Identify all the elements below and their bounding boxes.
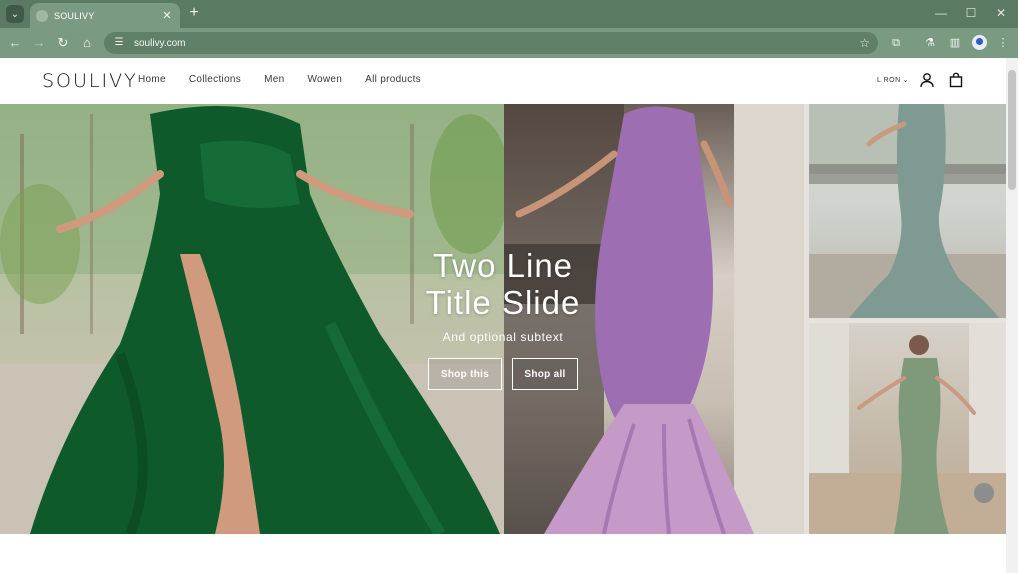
tab-strip: ⌄ SOULIVY ✕ + — ☐ ✕ bbox=[0, 0, 1018, 28]
shop-all-button[interactable]: Shop all bbox=[512, 358, 578, 390]
home-icon[interactable]: ⌂ bbox=[78, 34, 96, 52]
chevron-down-icon: ⌄ bbox=[902, 77, 910, 84]
back-arrow-icon[interactable]: ← bbox=[6, 34, 24, 52]
new-tab-button[interactable]: + bbox=[186, 5, 202, 21]
nav-collections[interactable]: Collections bbox=[189, 74, 241, 85]
favicon-icon bbox=[36, 9, 48, 22]
currency-selector[interactable]: L RON ⌄ bbox=[877, 76, 909, 84]
minimize-icon[interactable]: — bbox=[933, 6, 949, 20]
hero-image-sage-gown bbox=[809, 104, 1006, 318]
hero-image-sequin-gown bbox=[809, 323, 1006, 534]
nav-women[interactable]: Wowen bbox=[307, 74, 342, 85]
hero-title-line-2: Title Slide bbox=[425, 284, 581, 321]
nav-all-products[interactable]: All products bbox=[365, 74, 421, 85]
lab-flask-icon[interactable]: ⚗ bbox=[922, 35, 938, 51]
account-icon[interactable] bbox=[919, 72, 935, 88]
nav-men[interactable]: Men bbox=[264, 74, 284, 85]
hero-title: Two Line Title Slide bbox=[403, 247, 603, 321]
tab-title: SOULIVY bbox=[54, 10, 95, 21]
site-logo[interactable]: SOULIVY bbox=[42, 70, 138, 92]
url-text[interactable]: soulivy.com bbox=[134, 38, 859, 49]
chevron-down-icon: ⌄ bbox=[10, 8, 20, 20]
shop-this-button[interactable]: Shop this bbox=[428, 358, 502, 390]
site-info-icon[interactable]: ☰ bbox=[112, 36, 126, 50]
currency-label: L RON bbox=[877, 77, 901, 84]
puzzle-icon[interactable]: ⧉ bbox=[888, 35, 904, 51]
maximize-icon[interactable]: ☐ bbox=[963, 6, 979, 20]
shopping-bag-icon[interactable] bbox=[948, 72, 964, 88]
nav-home[interactable]: Home bbox=[138, 74, 166, 85]
site-header: SOULIVY Home Collections Men Wowen All p… bbox=[0, 58, 1006, 104]
profile-avatar-icon[interactable] bbox=[972, 35, 987, 50]
hero-title-line-1: Two Line bbox=[432, 247, 574, 284]
side-panel-icon[interactable]: ▥ bbox=[947, 35, 963, 51]
kebab-menu-icon[interactable]: ⋮ bbox=[995, 35, 1011, 51]
hero-slideshow[interactable]: Two Line Title Slide And optional subtex… bbox=[0, 104, 1006, 534]
page-scrollbar[interactable] bbox=[1006, 58, 1018, 573]
browser-toolbar: ← → ↻ ⌂ ☰ soulivy.com ☆ ⧉ ⚗ ▥ ⋮ bbox=[0, 28, 1018, 58]
window-close-icon[interactable]: ✕ bbox=[993, 6, 1009, 20]
address-bar[interactable]: ☰ soulivy.com ☆ bbox=[104, 32, 878, 54]
page-content-below-hero bbox=[0, 534, 1006, 573]
browser-tab[interactable]: SOULIVY ✕ bbox=[30, 3, 180, 28]
scrollbar-thumb[interactable] bbox=[1008, 70, 1016, 190]
main-nav: Home Collections Men Wowen All products bbox=[138, 74, 444, 85]
close-tab-icon[interactable]: ✕ bbox=[160, 9, 174, 22]
hero-subtitle: And optional subtext bbox=[442, 330, 564, 344]
star-icon[interactable]: ☆ bbox=[859, 36, 870, 50]
web-page: SOULIVY Home Collections Men Wowen All p… bbox=[0, 58, 1006, 573]
chat-widget-icon[interactable] bbox=[974, 483, 994, 503]
reload-icon[interactable]: ↻ bbox=[54, 34, 72, 52]
tab-search-button[interactable]: ⌄ bbox=[6, 5, 24, 23]
forward-arrow-icon[interactable]: → bbox=[30, 34, 48, 52]
